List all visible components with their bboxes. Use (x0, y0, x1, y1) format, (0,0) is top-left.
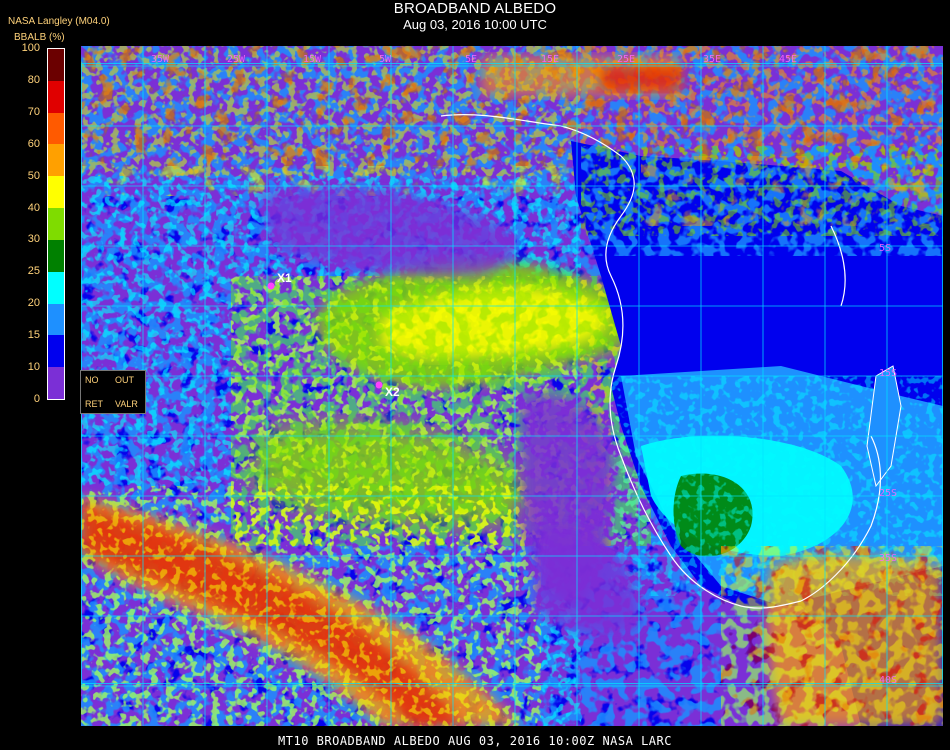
map-panel: 35W 25W 15W 5W 5E 15E 25E 35E 45E 5S 15S 25S 35S 40S … (81, 46, 943, 726)
longitude-label: 35E (703, 54, 721, 65)
colorbar-bin (48, 144, 64, 177)
longitude-label: 15E (541, 54, 559, 65)
site-marker-dot (375, 381, 383, 389)
colorbar-tick-label: 15 (27, 329, 40, 342)
colorbar-tick-label: 40 (27, 201, 40, 214)
colorbar-tick-label: 50 (27, 169, 40, 182)
colorbar-bin (48, 80, 64, 114)
legend-ret: RET (85, 399, 103, 409)
albedo-map: 35W 25W 15W 5W 5E 15E 25E 35E 45E5S15S25S35S40S … (81, 46, 943, 726)
colorbar-bin (48, 49, 64, 82)
longitude-label: 35W (151, 54, 170, 65)
colorbar-tick-label: 25 (27, 265, 40, 278)
longitude-label: 25E (617, 54, 635, 65)
producer-label: NASA Langley (M04.0) (8, 16, 110, 27)
colorbar-tick-label: 70 (27, 105, 40, 118)
legend-out: OUT (115, 375, 134, 385)
colorbar-bin (48, 176, 64, 209)
product-datetime: Aug 03, 2016 10:00 UTC (403, 17, 547, 32)
longitude-label: 5W (379, 54, 392, 65)
colorbar-bin (48, 112, 64, 145)
missing-data-legend: NO OUT RET VALR (80, 370, 146, 414)
latitude-label: 40S (879, 675, 897, 686)
site-marker-label: X1 (277, 271, 292, 285)
site-marker-dot (267, 282, 275, 290)
colorbar-tick-label: 60 (27, 137, 40, 150)
footer-caption: MT10 BROADBAND ALBEDO AUG 03, 2016 10:00… (278, 734, 672, 748)
site-marker-label: X2 (385, 385, 400, 399)
colorbar-bin (48, 208, 64, 241)
colorbar-bin (48, 303, 64, 336)
colorbar-tick-label: 80 (27, 73, 40, 86)
colorbar-tick-label: 100 (21, 42, 40, 54)
longitude-label: 5E (465, 54, 477, 65)
longitude-label: 15W (303, 54, 322, 65)
latitude-label: 35S (879, 553, 897, 564)
legend-valr: VALR (115, 399, 138, 409)
colorbar-bin (48, 367, 64, 400)
product-title: BROADBAND ALBEDO (393, 0, 557, 17)
latitude-label: 15S (879, 368, 897, 379)
latitude-label: 5S (879, 243, 891, 254)
albedo-colorbar (47, 48, 65, 400)
colorbar-bin (48, 239, 64, 273)
colorbar-tick-label: 30 (27, 233, 40, 246)
longitude-label: 25W (227, 54, 246, 65)
longitude-label: 45E (779, 54, 797, 65)
legend-no: NO (85, 375, 99, 385)
colorbar-tick-label: 10 (27, 361, 40, 374)
latitude-label: 25S (879, 488, 897, 499)
satellite-product-image: BROADBAND ALBEDO Aug 03, 2016 10:00 UTC … (0, 0, 950, 750)
colorbar-bin (48, 335, 64, 368)
colorbar-bin (48, 271, 64, 305)
colorbar-tick-label: 20 (27, 297, 40, 310)
colorbar-tick-label: 0 (33, 393, 40, 405)
